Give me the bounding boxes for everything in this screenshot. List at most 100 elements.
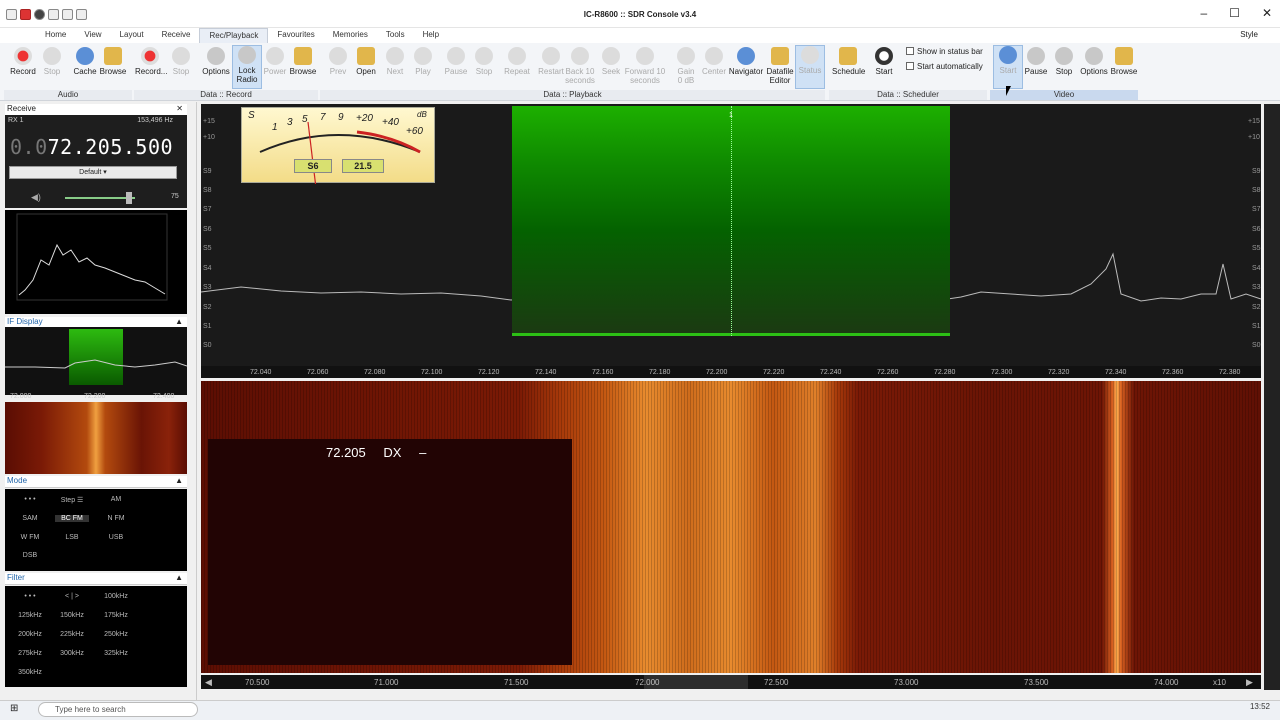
mode-usb-button[interactable]: USB (99, 534, 133, 541)
filter-250khz-button[interactable]: 250kHz (99, 631, 133, 638)
filter-width-button[interactable]: < | > (55, 593, 89, 600)
window-title: IC-R8600 :: SDR Console v3.4 (583, 10, 697, 19)
profile-select[interactable]: Default ▾ (9, 166, 177, 179)
filter-more-button[interactable]: • • • (13, 593, 47, 600)
tab-home[interactable]: Home (36, 28, 75, 43)
show-in-status-bar-checkbox[interactable]: Show in status bar (906, 47, 983, 56)
playback-stop-button[interactable]: Stop (469, 47, 499, 76)
back-10-button[interactable]: Back 10 seconds (564, 47, 596, 85)
maximize-icon[interactable]: ☐ (1229, 6, 1240, 20)
mode-dsb-button[interactable]: DSB (13, 552, 47, 559)
taskbar-search-input[interactable]: Type here to search (38, 702, 198, 717)
mode-nfm-button[interactable]: N FM (99, 515, 133, 522)
power-button[interactable]: Power (260, 47, 290, 76)
db-tick: S9 (203, 168, 212, 175)
mode-more-button[interactable]: • • • (13, 496, 47, 503)
volume-slider[interactable] (65, 197, 135, 199)
play-button[interactable]: Play (408, 47, 438, 76)
collapse-icon[interactable]: ▲ (175, 573, 183, 582)
seek-button[interactable]: Seek (596, 47, 626, 76)
close-icon[interactable]: ✕ (176, 104, 183, 113)
db-tick: +10 (203, 134, 215, 141)
tab-favourites[interactable]: Favourites (268, 28, 323, 43)
video-stop-button[interactable]: Stop (1049, 47, 1079, 76)
video-start-button[interactable]: Start (993, 45, 1023, 89)
video-browse-button[interactable]: Browse (1109, 47, 1139, 76)
schedule-button[interactable]: Schedule (832, 47, 865, 76)
frequency-display[interactable]: 0.072.205.500 (10, 135, 173, 159)
repeat-button[interactable]: Repeat (502, 47, 532, 76)
tab-view[interactable]: View (75, 28, 110, 43)
mode-lsb-button[interactable]: LSB (55, 534, 89, 541)
if-tick: 72.400 (153, 393, 175, 400)
next-button[interactable]: Next (380, 47, 410, 76)
audio-stop-button[interactable]: Stop (37, 47, 67, 76)
overview-viewport[interactable] (644, 675, 748, 689)
if-display[interactable] (5, 327, 187, 395)
prev-button[interactable]: Prev (323, 47, 353, 76)
mode-am-button[interactable]: AM (99, 496, 133, 503)
video-pause-button[interactable]: Pause (1021, 47, 1051, 76)
style-menu[interactable]: Style (1240, 30, 1258, 39)
filter-100khz-button[interactable]: 100kHz (99, 593, 133, 600)
tab-receive[interactable]: Receive (153, 28, 200, 43)
data-options-button[interactable]: Options (201, 47, 231, 76)
restart-button[interactable]: Restart (536, 47, 566, 76)
filter-125khz-button[interactable]: 125kHz (13, 612, 47, 619)
navigator-button[interactable]: Navigator (728, 47, 764, 76)
data-stop-button[interactable]: Stop (166, 47, 196, 76)
zoom-level[interactable]: x10 (1213, 678, 1226, 687)
db-tick: S4 (1252, 265, 1261, 272)
mode-sam-button[interactable]: SAM (13, 515, 47, 522)
forward-10-button[interactable]: Forward 10 seconds (624, 47, 666, 85)
mode-bcfm-button[interactable]: BC FM (55, 515, 89, 522)
db-tick: S0 (203, 342, 212, 349)
tab-layout[interactable]: Layout (111, 28, 153, 43)
data-browse-button[interactable]: Browse (288, 47, 318, 76)
tab-help[interactable]: Help (414, 28, 448, 43)
filter-225khz-button[interactable]: 225kHz (55, 631, 89, 638)
checkbox-icon (906, 47, 914, 55)
filter-275khz-button[interactable]: 275kHz (13, 650, 47, 657)
cache-button[interactable]: Cache (70, 47, 100, 76)
center-button[interactable]: Center (699, 47, 729, 76)
filter-200khz-button[interactable]: 200kHz (13, 631, 47, 638)
video-options-button[interactable]: Options (1078, 47, 1110, 76)
windows-start-icon[interactable]: ⊞ (10, 703, 18, 714)
minimize-icon[interactable]: – (1200, 6, 1207, 20)
tab-tools[interactable]: Tools (377, 28, 414, 43)
title-bar: IC-R8600 :: SDR Console v3.4 – ☐ ✕ (0, 0, 1280, 28)
tab-memories[interactable]: Memories (324, 28, 377, 43)
lock-radio-button[interactable]: Lock Radio (232, 45, 262, 89)
open-button[interactable]: Open (351, 47, 381, 76)
gain-button[interactable]: Gain 0 dB (671, 47, 701, 85)
filter-350khz-button[interactable]: 350kHz (13, 669, 47, 676)
overview-tick: 70.500 (245, 678, 270, 687)
status-button[interactable]: Status (795, 45, 825, 89)
stop-icon (475, 47, 493, 65)
close-icon[interactable]: ✕ (1262, 6, 1272, 20)
collapse-icon[interactable]: ▲ (175, 317, 183, 326)
start-automatically-checkbox[interactable]: Start automatically (906, 62, 983, 71)
right-scale-bar[interactable] (1264, 104, 1280, 690)
filter-325khz-button[interactable]: 325kHz (99, 650, 133, 657)
taskbar-clock: 13:52 (1249, 702, 1270, 711)
if-waterfall (5, 402, 187, 474)
speaker-icon[interactable]: ◀) (31, 192, 41, 203)
volume-slider-knob[interactable] (126, 192, 132, 204)
scroll-left-icon[interactable]: ◀ (205, 677, 212, 688)
scroll-right-icon[interactable]: ▶ (1246, 677, 1253, 688)
step-button[interactable]: Step ☰ (55, 496, 89, 504)
scheduler-start-button[interactable]: Start (869, 47, 899, 76)
pause-button[interactable]: Pause (441, 47, 471, 76)
audio-browse-button[interactable]: Browse (98, 47, 128, 76)
filter-175khz-button[interactable]: 175kHz (99, 612, 133, 619)
filter-300khz-button[interactable]: 300kHz (55, 650, 89, 657)
tab-rec-playback[interactable]: Rec/Playback (199, 28, 269, 43)
audio-record-button[interactable]: Record (8, 47, 38, 76)
filter-150khz-button[interactable]: 150kHz (55, 612, 89, 619)
mode-wfm-button[interactable]: W FM (13, 534, 47, 541)
data-record-button[interactable]: Record... (135, 47, 167, 76)
collapse-icon[interactable]: ▲ (175, 476, 183, 485)
datafile-editor-button[interactable]: Datafile Editor (764, 47, 796, 85)
